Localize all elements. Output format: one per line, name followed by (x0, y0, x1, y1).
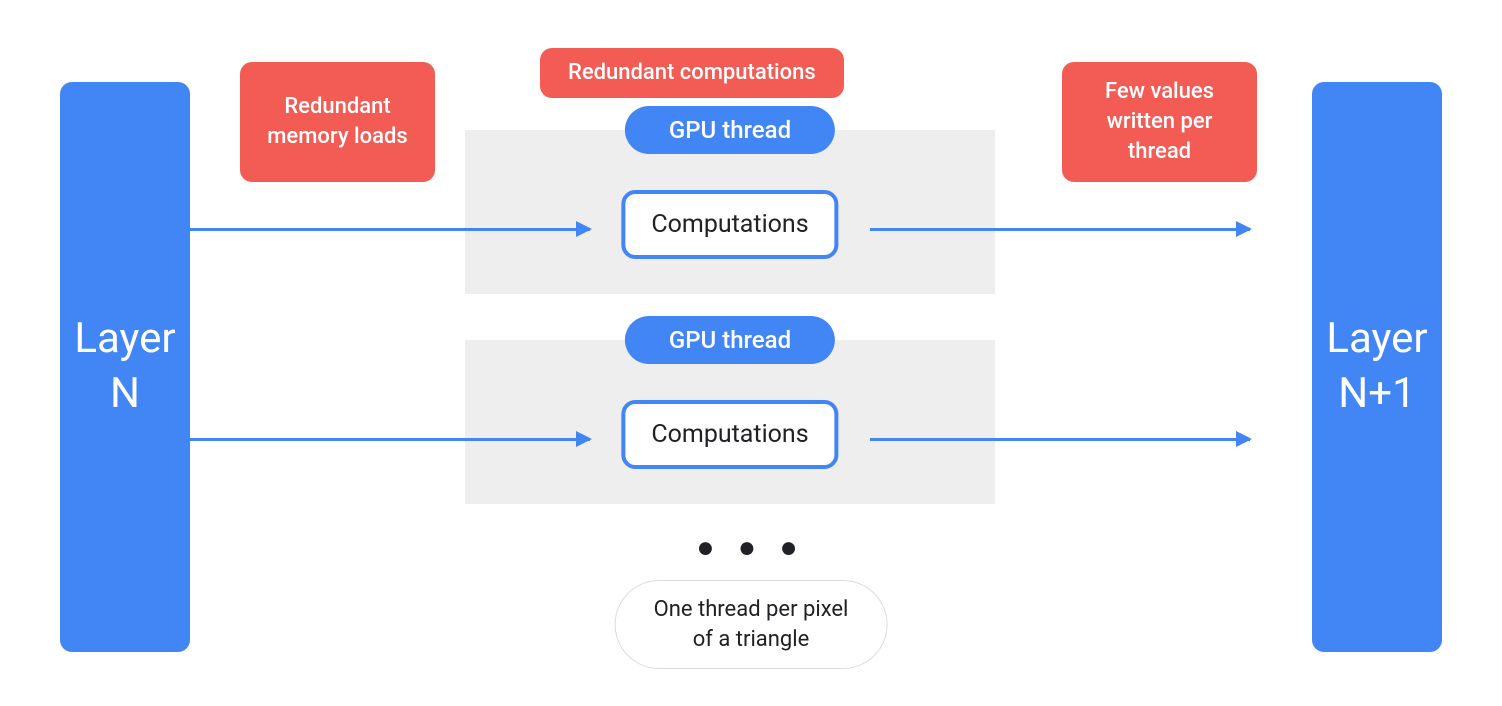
annotation-redundant-comp: Redundant computations (540, 48, 844, 98)
arrow-2a (190, 438, 590, 441)
gpu-thread-label-1: GPU thread (669, 116, 791, 144)
annotation-few-values: Few values written per thread (1062, 62, 1257, 182)
thread-group-1: GPU thread Computations (465, 130, 995, 294)
arrow-2b (870, 438, 1250, 441)
gpu-thread-label-2: GPU thread (669, 326, 791, 354)
arrow-1b (870, 228, 1250, 231)
ellipsis-text: ● ● ● (696, 530, 805, 565)
caption-text: One thread per pixelof a triangle (654, 597, 849, 652)
caption-pill: One thread per pixelof a triangle (615, 580, 888, 669)
annotation-redundant-memory: Redundant memory loads (240, 62, 435, 182)
layer-n1-label: LayerN+1 (1326, 312, 1427, 421)
gpu-thread-pill-2: GPU thread (625, 316, 835, 364)
arrow-1a (190, 228, 590, 231)
layer-n-label: LayerN (74, 312, 175, 421)
computations-label-2: Computations (651, 420, 808, 449)
thread-group-2: GPU thread Computations (465, 340, 995, 504)
gpu-thread-pill-1: GPU thread (625, 106, 835, 154)
annotation-redundant-memory-text: Redundant memory loads (262, 92, 413, 151)
computations-box-1: Computations (621, 190, 838, 259)
computations-box-2: Computations (621, 400, 838, 469)
layer-n-box: LayerN (60, 82, 190, 652)
annotation-redundant-comp-text: Redundant computations (568, 58, 816, 88)
ellipsis-dots: ● ● ● (696, 530, 805, 565)
annotation-few-values-text: Few values written per thread (1084, 77, 1235, 166)
layer-n1-box: LayerN+1 (1312, 82, 1442, 652)
computations-label-1: Computations (651, 210, 808, 239)
